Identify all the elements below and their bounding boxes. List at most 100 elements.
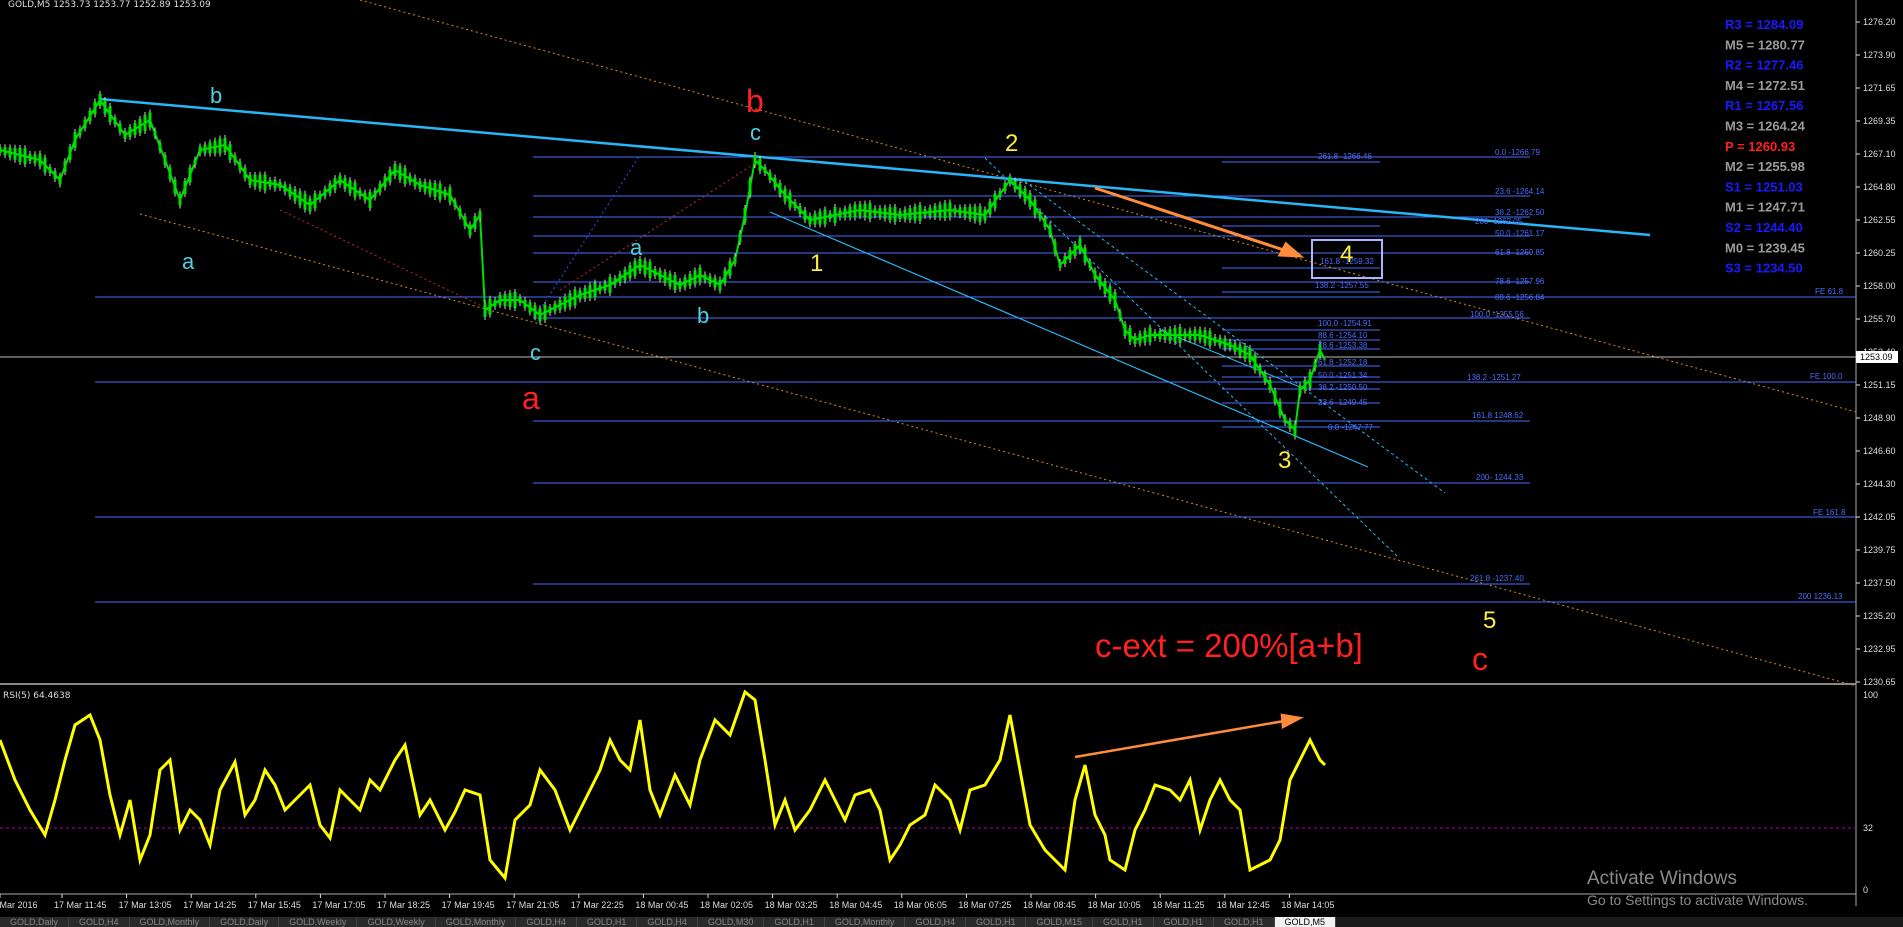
candle-body xyxy=(798,206,802,214)
candle-body xyxy=(333,178,337,191)
candle-body xyxy=(323,188,327,197)
candle-body xyxy=(1043,218,1047,227)
candle-body xyxy=(98,94,102,106)
candle-body xyxy=(223,138,227,152)
candle-body xyxy=(93,101,97,115)
chart-tab[interactable]: GOLD,Monthly xyxy=(129,917,211,927)
candle-body xyxy=(1268,380,1272,390)
candle-body xyxy=(523,299,527,308)
chart-tab[interactable]: GOLD,Daily xyxy=(0,917,70,927)
price-tick-label: 1239.75 xyxy=(1863,545,1896,555)
pivot-separator: = xyxy=(1742,17,1757,32)
chart-tab[interactable]: GOLD,H1 xyxy=(965,917,1027,927)
chart-tab[interactable]: GOLD,Monthly xyxy=(824,917,906,927)
price-tick-label: 1244.30 xyxy=(1863,479,1896,489)
candle-body xyxy=(1143,330,1147,343)
chart-tab[interactable]: GOLD,H1 xyxy=(1092,917,1154,927)
candle-body xyxy=(18,148,22,162)
candle-body xyxy=(853,204,857,218)
candle-body xyxy=(1038,211,1042,219)
candle-body xyxy=(463,216,467,227)
candle-body xyxy=(1103,281,1107,294)
candle-body xyxy=(1008,176,1012,184)
candle-body xyxy=(298,191,302,206)
orange-arrow-rsi[interactable] xyxy=(1074,713,1304,759)
fib-label: 38.2 -1262.50 xyxy=(1495,208,1545,217)
orange-arrow-price[interactable] xyxy=(1094,186,1305,258)
candle-body xyxy=(1068,250,1072,260)
candle-body xyxy=(793,202,797,208)
candle-body xyxy=(288,186,292,197)
candle-body xyxy=(588,285,592,299)
candle-body xyxy=(258,174,262,189)
chart-tab[interactable]: GOLD,H4 xyxy=(69,917,130,927)
chart-tab[interactable]: GOLD,Daily xyxy=(210,917,280,927)
candle-body xyxy=(408,175,412,183)
pivot-p-label: P = 1260.93 xyxy=(1725,139,1795,154)
candle-body xyxy=(1118,311,1122,319)
candle-body xyxy=(753,155,757,165)
candle-body xyxy=(883,207,887,219)
candle-body xyxy=(228,144,232,160)
candle-body xyxy=(1133,336,1137,344)
time-tick-label: 17 Mar 19:45 xyxy=(442,900,495,910)
channel-line-lower[interactable] xyxy=(139,213,1857,687)
candle-body xyxy=(803,210,807,220)
candle-group[interactable] xyxy=(0,91,1322,440)
time-tick-label: 17 Mar 11:45 xyxy=(54,900,106,910)
candle-body xyxy=(508,293,512,307)
candle-body xyxy=(1148,327,1152,343)
chart-tab[interactable]: GOLD,H1 xyxy=(1153,917,1215,927)
pivot-m3-label: M3 = 1264.24 xyxy=(1725,119,1806,134)
candle-body xyxy=(413,177,417,187)
chart-tab[interactable]: GOLD,M30 xyxy=(697,917,765,927)
candle-body xyxy=(83,119,87,129)
candle-body xyxy=(1088,262,1092,268)
candle-body xyxy=(1153,332,1157,338)
candle-body xyxy=(1288,421,1292,429)
chart-tab[interactable]: GOLD,M5 xyxy=(1274,917,1337,927)
chart-tab[interactable]: GOLD,H1 xyxy=(576,917,638,927)
fib-label: 200 -1262.05 xyxy=(1475,217,1523,226)
time-tick-label: 17 Mar 15:45 xyxy=(248,900,301,910)
candle-body xyxy=(983,209,987,221)
chart-tab[interactable]: GOLD,Weekly xyxy=(357,917,436,927)
candle-body xyxy=(993,193,997,209)
candle-body xyxy=(143,115,147,131)
rsi-line[interactable] xyxy=(0,689,1327,882)
candle-body xyxy=(1213,337,1217,343)
wave-label-yellow: 5 xyxy=(1483,607,1496,634)
chart-tab[interactable]: GOLD,M15 xyxy=(1026,917,1093,927)
wave-label-cyan: b xyxy=(210,83,222,108)
fib-label: 38.2 -1250.50 xyxy=(1318,383,1368,392)
candle-body xyxy=(673,275,677,290)
chart-canvas[interactable]: GOLD,M5 1253.73 1253.77 1252.89 1253.09 … xyxy=(0,0,1903,917)
candle-body xyxy=(1098,275,1102,287)
candle-body xyxy=(658,270,662,280)
candle-body xyxy=(158,142,162,151)
candle-body xyxy=(648,262,652,278)
chart-tab[interactable]: GOLD,H4 xyxy=(516,917,577,927)
pivot-m5-label: M5 = 1280.77 xyxy=(1725,37,1805,52)
candle-body xyxy=(643,260,647,275)
fib-dotted-red-1[interactable] xyxy=(279,209,491,311)
chart-tab[interactable]: GOLD,H4 xyxy=(905,917,966,927)
candle-body xyxy=(618,273,622,283)
candle-body xyxy=(1013,180,1017,190)
time-tick-label: 18 Mar 12:45 xyxy=(1217,900,1270,910)
candle-body xyxy=(818,211,822,225)
price-tick-label: 1276.20 xyxy=(1863,17,1896,27)
chart-tab[interactable]: GOLD,H1 xyxy=(1214,917,1275,927)
chart-tab[interactable]: GOLD,H4 xyxy=(637,917,698,927)
trendline-dashed-1[interactable] xyxy=(1019,177,1446,494)
channel-line-upper[interactable] xyxy=(359,0,1857,413)
chart-tab[interactable]: GOLD,Monthly xyxy=(435,917,517,927)
candle-body xyxy=(1308,372,1312,388)
symbol-info: GOLD,M5 1253.73 1253.77 1252.89 1253.09 xyxy=(8,0,211,10)
candle-body xyxy=(383,176,387,188)
chart-tab[interactable]: GOLD,H1 xyxy=(764,917,825,927)
chart-tab[interactable]: GOLD,Weekly xyxy=(279,917,358,927)
pivot-separator: = xyxy=(1733,139,1748,154)
pivot-s3-label: S3 = 1234.50 xyxy=(1725,261,1803,276)
fib-retracement-lines[interactable] xyxy=(95,156,1856,603)
